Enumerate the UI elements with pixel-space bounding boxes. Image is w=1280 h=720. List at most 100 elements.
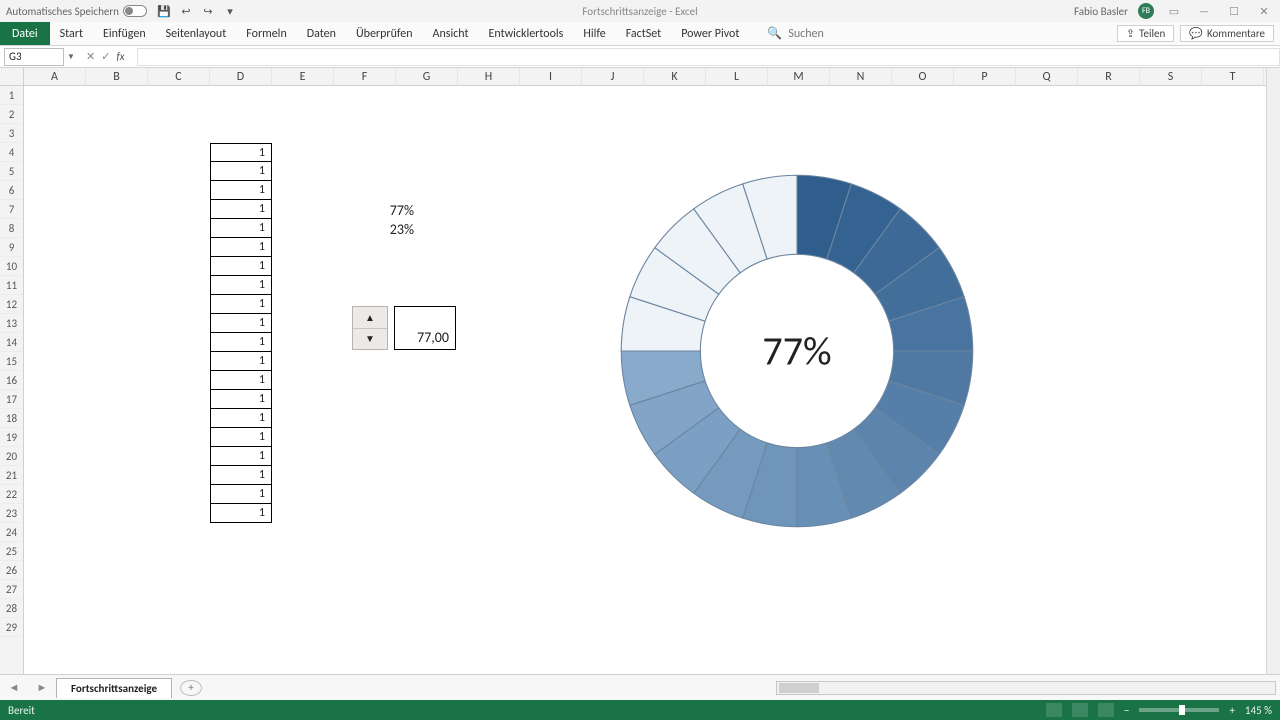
ribbon-search[interactable]: 🔍 Suchen: [767, 26, 823, 41]
zoom-level[interactable]: 145 %: [1245, 704, 1272, 717]
row-header-15[interactable]: 15: [0, 352, 23, 371]
autosave-toggle[interactable]: [123, 5, 147, 17]
tab-pagelayout[interactable]: Seitenlayout: [156, 22, 237, 45]
tab-help[interactable]: Hilfe: [573, 22, 615, 45]
col-header-A[interactable]: A: [24, 68, 86, 85]
row-header-16[interactable]: 16: [0, 371, 23, 390]
view-pagelayout-icon[interactable]: [1072, 703, 1088, 717]
cell-d6[interactable]: 1: [210, 181, 272, 200]
row-header-8[interactable]: 8: [0, 219, 23, 238]
tab-formulas[interactable]: Formeln: [236, 22, 296, 45]
horizontal-scrollbar[interactable]: [776, 681, 1276, 695]
col-header-F[interactable]: F: [334, 68, 396, 85]
tab-developer[interactable]: Entwicklertools: [479, 22, 574, 45]
col-header-O[interactable]: O: [892, 68, 954, 85]
tab-nav-next-icon[interactable]: ►: [28, 681, 56, 694]
col-header-D[interactable]: D: [210, 68, 272, 85]
cell-d4[interactable]: 1: [210, 143, 272, 162]
tab-file[interactable]: Datei: [0, 22, 50, 45]
fx-icon[interactable]: fx: [116, 50, 124, 63]
save-icon[interactable]: 💾: [157, 5, 171, 18]
tab-nav-prev-icon[interactable]: ◄: [0, 681, 28, 694]
row-header-1[interactable]: 1: [0, 86, 23, 105]
row-header-11[interactable]: 11: [0, 276, 23, 295]
row-header-7[interactable]: 7: [0, 200, 23, 219]
tab-start[interactable]: Start: [50, 22, 93, 45]
cell-d9[interactable]: 1: [210, 238, 272, 257]
row-header-29[interactable]: 29: [0, 618, 23, 637]
row-header-28[interactable]: 28: [0, 599, 23, 618]
row-header-19[interactable]: 19: [0, 428, 23, 447]
col-header-P[interactable]: P: [954, 68, 1016, 85]
col-header-T[interactable]: T: [1202, 68, 1264, 85]
row-header-18[interactable]: 18: [0, 409, 23, 428]
maximize-icon[interactable]: ☐: [1224, 5, 1244, 18]
sheet-tab-active[interactable]: Fortschrittsanzeige: [56, 678, 172, 698]
cell-d11[interactable]: 1: [210, 276, 272, 295]
col-header-N[interactable]: N: [830, 68, 892, 85]
close-icon[interactable]: ✕: [1254, 5, 1274, 18]
cell-d7[interactable]: 1: [210, 200, 272, 219]
cell-area[interactable]: 11111111111111111111 77% 23% ▲ ▼ 77,00 7…: [24, 86, 1266, 674]
col-header-M[interactable]: M: [768, 68, 830, 85]
row-header-24[interactable]: 24: [0, 523, 23, 542]
row-header-14[interactable]: 14: [0, 333, 23, 352]
cell-d5[interactable]: 1: [210, 162, 272, 181]
row-header-10[interactable]: 10: [0, 257, 23, 276]
col-header-B[interactable]: B: [86, 68, 148, 85]
avatar[interactable]: FB: [1138, 3, 1154, 19]
col-header-G[interactable]: G: [396, 68, 458, 85]
tab-view[interactable]: Ansicht: [423, 22, 479, 45]
cell-d18[interactable]: 1: [210, 409, 272, 428]
row-header-4[interactable]: 4: [0, 143, 23, 162]
cell-d13[interactable]: 1: [210, 314, 272, 333]
cancel-formula-icon[interactable]: ✕: [86, 50, 95, 63]
col-header-E[interactable]: E: [272, 68, 334, 85]
col-header-J[interactable]: J: [582, 68, 644, 85]
row-header-25[interactable]: 25: [0, 542, 23, 561]
zoom-out-icon[interactable]: −: [1124, 704, 1129, 717]
cell-d17[interactable]: 1: [210, 390, 272, 409]
tab-insert[interactable]: Einfügen: [93, 22, 156, 45]
col-header-R[interactable]: R: [1078, 68, 1140, 85]
zoom-in-icon[interactable]: +: [1229, 704, 1234, 717]
cell-d14[interactable]: 1: [210, 333, 272, 352]
qat-more-icon[interactable]: ▾: [223, 5, 237, 18]
row-header-27[interactable]: 27: [0, 580, 23, 599]
spin-down-icon[interactable]: ▼: [353, 329, 387, 350]
select-all-corner[interactable]: [0, 68, 24, 85]
row-header-22[interactable]: 22: [0, 485, 23, 504]
cell-d21[interactable]: 1: [210, 466, 272, 485]
col-header-S[interactable]: S: [1140, 68, 1202, 85]
cell-d8[interactable]: 1: [210, 219, 272, 238]
col-header-I[interactable]: I: [520, 68, 582, 85]
cell-d10[interactable]: 1: [210, 257, 272, 276]
spin-value[interactable]: 77,00: [394, 306, 456, 350]
col-header-L[interactable]: L: [706, 68, 768, 85]
zoom-slider[interactable]: [1139, 708, 1219, 712]
accept-formula-icon[interactable]: ✓: [101, 50, 110, 63]
row-header-21[interactable]: 21: [0, 466, 23, 485]
view-pagebreak-icon[interactable]: [1098, 703, 1114, 717]
view-normal-icon[interactable]: [1046, 703, 1062, 717]
row-header-5[interactable]: 5: [0, 162, 23, 181]
comments-button[interactable]: 💬Kommentare: [1180, 25, 1274, 42]
tab-data[interactable]: Daten: [297, 22, 346, 45]
namebox-dropdown-icon[interactable]: ▼: [64, 52, 78, 62]
row-header-26[interactable]: 26: [0, 561, 23, 580]
share-button[interactable]: ⇪Teilen: [1117, 25, 1174, 42]
col-header-Q[interactable]: Q: [1016, 68, 1078, 85]
tab-review[interactable]: Überprüfen: [346, 22, 423, 45]
col-header-K[interactable]: K: [644, 68, 706, 85]
tab-powerpivot[interactable]: Power Pivot: [671, 22, 749, 45]
vertical-scrollbar[interactable]: [1266, 68, 1280, 674]
row-header-2[interactable]: 2: [0, 105, 23, 124]
hscroll-thumb[interactable]: [779, 683, 819, 693]
cell-d12[interactable]: 1: [210, 295, 272, 314]
cell-d16[interactable]: 1: [210, 371, 272, 390]
row-header-20[interactable]: 20: [0, 447, 23, 466]
redo-icon[interactable]: ↪: [201, 5, 215, 18]
col-header-H[interactable]: H: [458, 68, 520, 85]
formula-input[interactable]: [137, 48, 1280, 66]
donut-chart[interactable]: 77%: [612, 166, 982, 536]
